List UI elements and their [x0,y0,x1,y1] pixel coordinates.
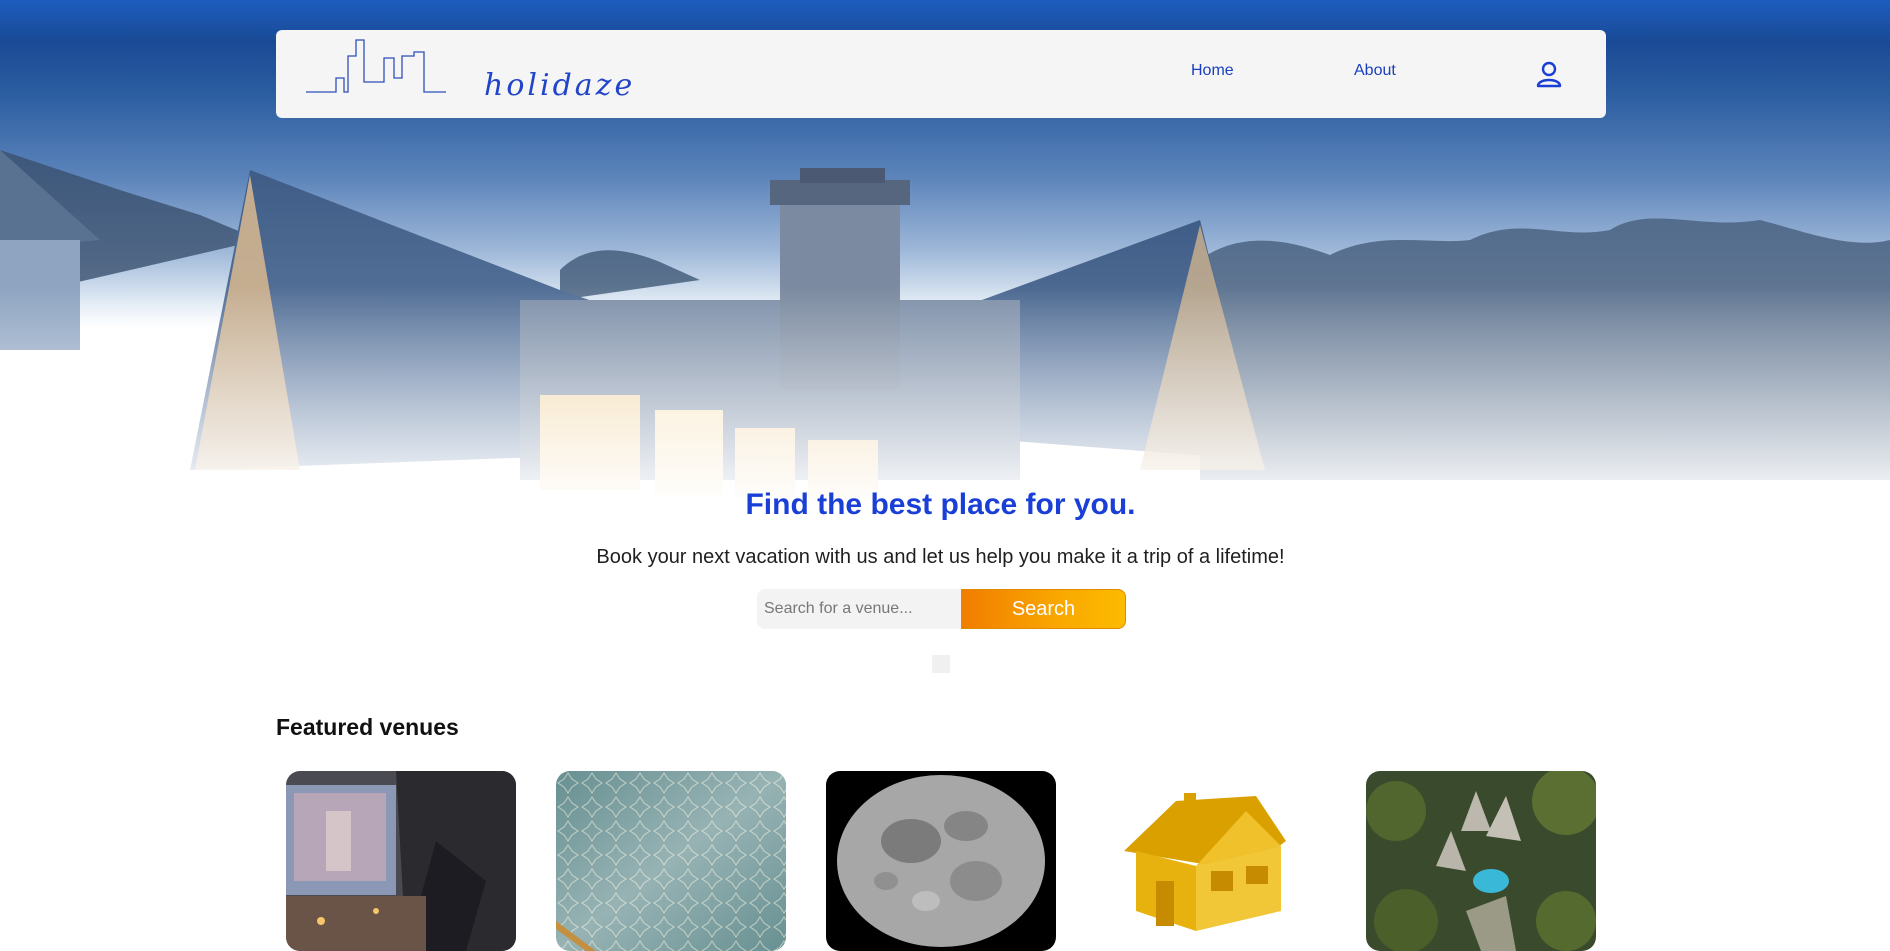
venue-card-outdoor-cinema[interactable] [286,771,516,951]
venue-image [826,771,1056,951]
venue-card-golden-house[interactable] [1096,771,1326,951]
holidaze-logo[interactable]: holidaze [306,34,632,114]
venue-card-patterned-room[interactable] [556,771,786,951]
logo-wordmark: holidaze [484,68,636,103]
user-icon[interactable] [1535,60,1563,88]
venue-search-input[interactable] [757,589,962,629]
search-button[interactable]: Search [961,589,1126,629]
featured-venues-title: Featured venues [276,714,459,740]
top-navbar: holidaze Home About [276,30,1606,118]
venue-card-jungle-villa[interactable] [1366,771,1596,951]
loading-placeholder [932,655,950,673]
hero-headline: Find the best place for you. [745,488,1136,521]
venue-card-moon[interactable] [826,771,1056,951]
venue-image [1366,771,1596,951]
hero-subline: Book your next vacation with us and let … [596,546,1285,568]
venue-image [1096,771,1326,951]
nav-home-link[interactable]: Home [1191,62,1234,80]
venue-image [286,771,516,951]
venue-image [556,771,786,951]
nav-about-link[interactable]: About [1354,62,1396,80]
